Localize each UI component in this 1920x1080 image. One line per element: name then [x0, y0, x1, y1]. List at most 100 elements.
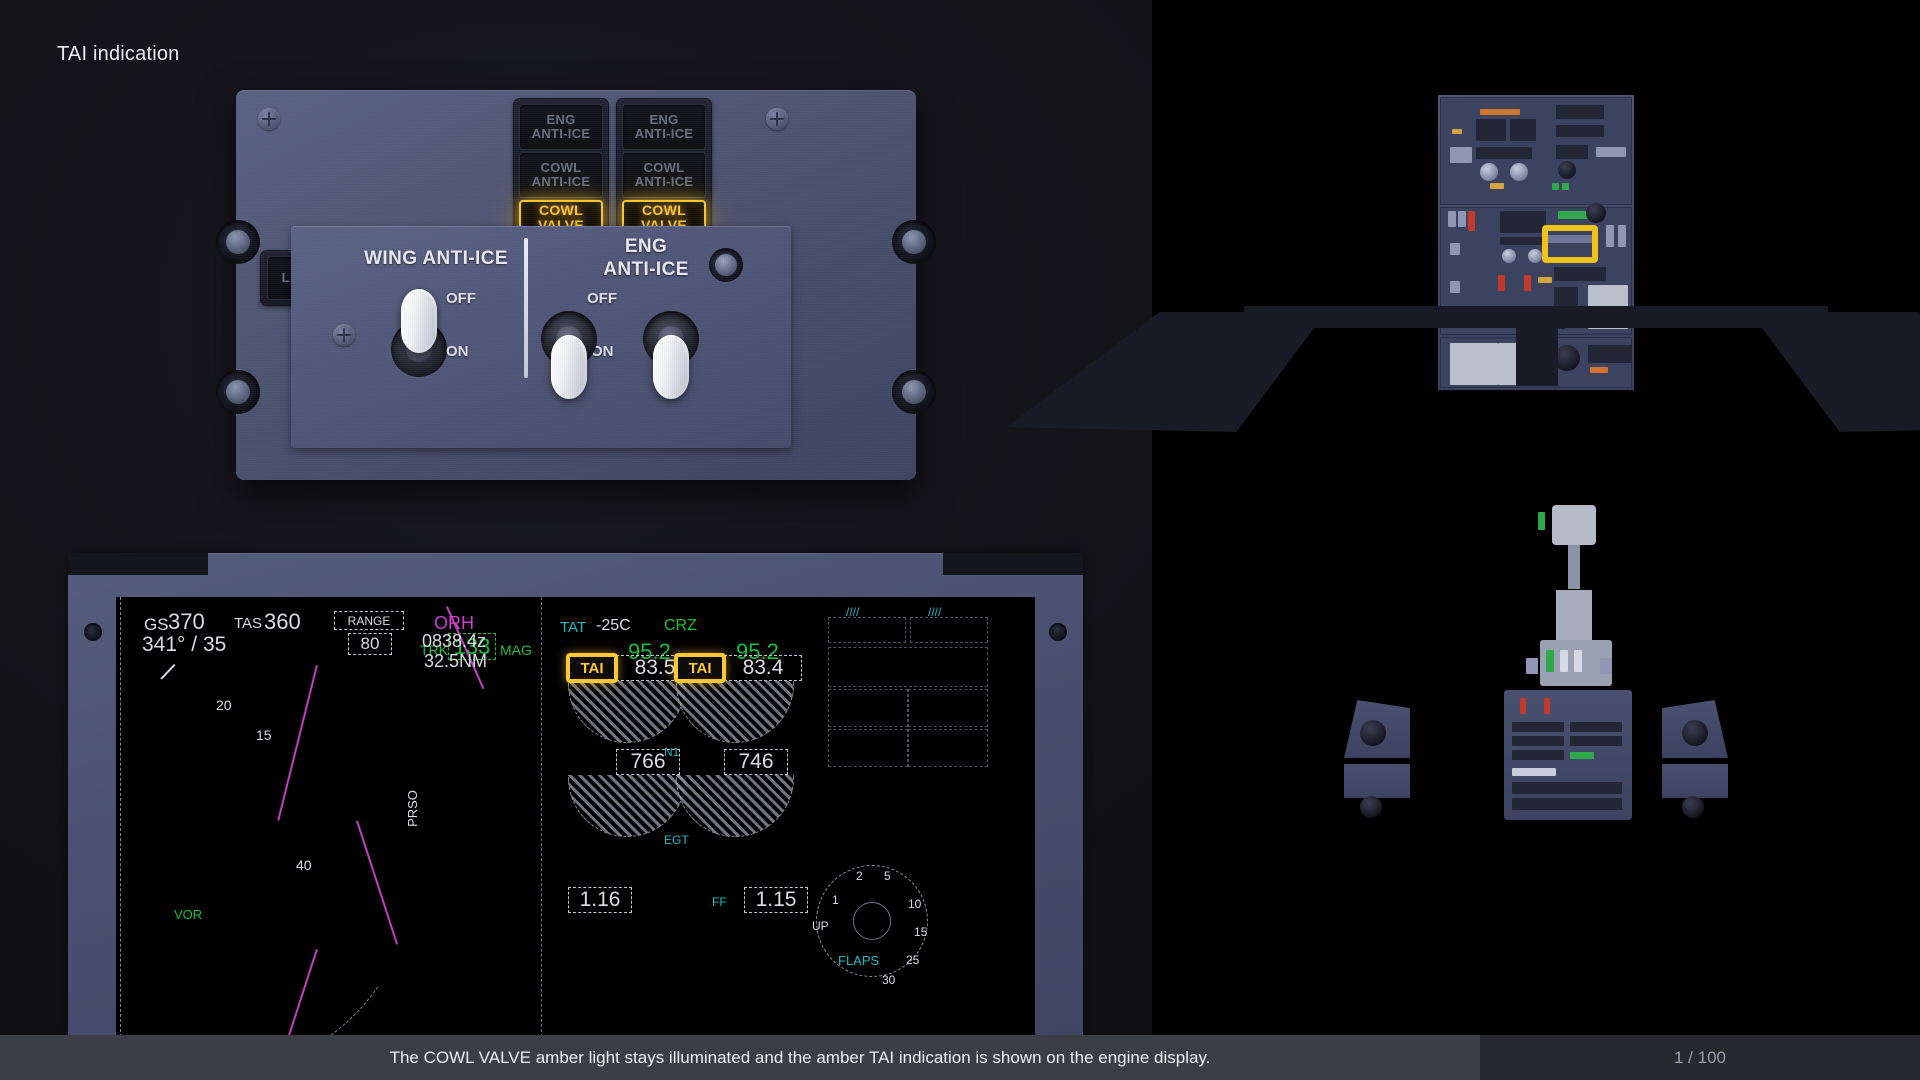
engine-display-screen[interactable]: GS 370 TAS 360 341° / 35 RANGE 80 TRK 13… — [116, 597, 1035, 1035]
throttle-lever[interactable] — [1546, 650, 1554, 672]
annunciator-cowl-anti-ice-2[interactable]: COWL ANTI-ICE — [622, 152, 706, 198]
overhead-sub — [1606, 225, 1614, 247]
overhead-fire-handle[interactable] — [1498, 275, 1505, 291]
flaps-tick: 25 — [906, 953, 920, 967]
flaps-tick: 30 — [882, 973, 896, 987]
eicas-tat-value: -25C — [596, 617, 631, 634]
wing-anti-ice-on-label: ON — [446, 343, 469, 360]
overhead-knob[interactable] — [1510, 163, 1528, 181]
overhead-sub — [1450, 243, 1460, 255]
overhead-sub — [1450, 281, 1460, 293]
overhead-sub — [1448, 211, 1456, 227]
flap-lever[interactable] — [1600, 658, 1612, 674]
side-console-knob[interactable] — [1360, 720, 1386, 746]
wing-anti-ice-switch[interactable] — [391, 289, 447, 377]
eicas-n1-dial-2 — [676, 681, 794, 743]
eicas-egt-dial-1 — [568, 775, 686, 837]
annunciator-eng-anti-ice-2[interactable]: ENG ANTI-ICE — [622, 104, 706, 150]
flaps-label: FLAPS — [838, 953, 880, 968]
right-wing-silhouette — [1750, 312, 1920, 432]
highlight-overhead-anti-ice — [1542, 225, 1598, 263]
eng-2-anti-ice-switch[interactable] — [643, 311, 699, 399]
side-console-knob[interactable] — [1360, 796, 1382, 818]
annunciator-eng-anti-ice-1[interactable]: ENG ANTI-ICE — [519, 104, 603, 150]
annunciator-label-line: ANTI-ICE — [634, 174, 694, 189]
eicas-egt-label: EGT — [664, 833, 689, 847]
eicas-egt-dial-2 — [676, 775, 794, 837]
eicas-grid-cell — [908, 729, 988, 767]
side-console-knob[interactable] — [1682, 796, 1704, 818]
overhead-fire-handle[interactable] — [1468, 211, 1475, 231]
throttle-lever[interactable] — [1574, 650, 1582, 672]
engine-1-start-lever[interactable] — [1520, 698, 1526, 714]
wing-anti-ice-off-label: OFF — [446, 290, 476, 307]
panel-fastener — [892, 370, 936, 414]
flaps-gauge-hub — [853, 902, 891, 940]
eng-1-anti-ice-switch[interactable] — [541, 311, 597, 399]
overhead-sub — [1618, 225, 1626, 247]
yoke-marker — [1538, 512, 1545, 530]
overhead-sub — [1450, 147, 1472, 163]
eicas-ff-label: FF — [712, 895, 727, 909]
cockpit-diagram-pane — [1006, 0, 1920, 1035]
side-console-knob[interactable] — [1682, 720, 1708, 746]
annunciator-label-line: ANTI-ICE — [531, 174, 591, 189]
flaps-tick: 2 — [856, 869, 863, 883]
nd-range-arc — [116, 597, 629, 1035]
nd-waypoint-distance: 32.5NM — [424, 651, 488, 671]
pedestal-annunciator — [1570, 752, 1594, 759]
flaps-tick: 1 — [832, 893, 839, 907]
pedestal-label — [1512, 768, 1556, 776]
control-yoke[interactable] — [1552, 505, 1596, 545]
eicas-mode: CRZ — [664, 617, 697, 634]
eicas-egt-value-2: 746 — [724, 749, 788, 775]
captain-side-console-lower[interactable] — [1344, 764, 1410, 798]
overhead-sub — [1476, 119, 1506, 141]
annunciator-label-line: ANTI-ICE — [531, 126, 591, 141]
eng-anti-ice-title-line1: ENG — [624, 236, 668, 257]
toggle-lever[interactable] — [653, 335, 689, 399]
nd-radar-mark: PRSO — [404, 790, 420, 827]
tai-label: TAI — [580, 659, 604, 677]
pedestal-radio — [1512, 750, 1564, 760]
overhead-annunciator — [1562, 183, 1569, 190]
overhead-knob[interactable] — [1502, 249, 1516, 263]
flaps-tick: 15 — [914, 925, 928, 939]
speedbrake-lever[interactable] — [1526, 658, 1538, 674]
panel-fastener — [892, 220, 936, 264]
panel-screw — [333, 324, 355, 346]
nd-mag-label: MAG — [500, 642, 532, 658]
throttle-lever[interactable] — [1560, 650, 1568, 672]
annunciator-label-line: COWL — [540, 160, 582, 176]
toggle-lever[interactable] — [401, 289, 437, 353]
fo-side-console-lower[interactable] — [1662, 764, 1728, 798]
eng-anti-ice-off-label: OFF — [587, 290, 617, 307]
overhead-sub — [1596, 147, 1626, 157]
pedestal-sub — [1512, 782, 1622, 794]
pedestal-radio — [1570, 722, 1622, 732]
eicas-grid-cell — [828, 617, 906, 643]
footer-caption: The COWL VALVE amber light stays illumin… — [389, 1047, 1211, 1067]
control-column — [1568, 545, 1580, 589]
overhead-knob[interactable] — [1558, 161, 1576, 179]
overhead-knob[interactable] — [1480, 163, 1498, 181]
eicas-grid-cell — [828, 689, 908, 727]
pedestal-sub — [1512, 798, 1622, 810]
overhead-knob[interactable] — [1528, 249, 1542, 263]
overhead-sub — [1554, 267, 1606, 281]
eicas-ff-value-1: 1.16 — [568, 887, 632, 913]
toggle-lever[interactable] — [551, 335, 587, 399]
bezel-fastener — [84, 623, 102, 641]
eicas-egt-value-1: 766 — [616, 749, 680, 775]
overhead-knob[interactable] — [1586, 203, 1606, 223]
panel-screw — [766, 108, 788, 130]
footer-bar: The COWL VALVE amber light stays illumin… — [0, 1035, 1920, 1080]
overhead-fire-handle[interactable] — [1524, 275, 1531, 291]
annunciator-cowl-anti-ice-1[interactable]: COWL ANTI-ICE — [519, 152, 603, 198]
nd-range-ring-label: 20 — [216, 697, 232, 713]
nd-waypoint-eta: 0838.4z — [422, 631, 487, 651]
bezel-notch — [68, 553, 208, 575]
bezel-notch — [943, 553, 1083, 575]
overhead-sub — [1458, 211, 1466, 227]
engine-2-start-lever[interactable] — [1544, 698, 1550, 714]
